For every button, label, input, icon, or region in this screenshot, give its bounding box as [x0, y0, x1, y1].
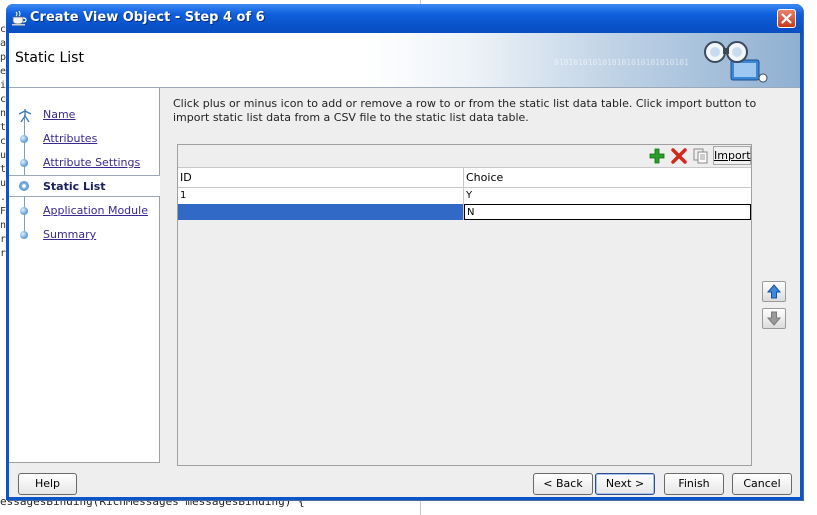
step-marker-icon — [20, 207, 28, 215]
next-button[interactable]: Next > — [595, 473, 655, 495]
wizard-step-label: Static List — [43, 180, 106, 193]
table-cell-choice-editor[interactable]: N — [464, 204, 751, 220]
cancel-button[interactable]: Cancel — [732, 473, 792, 495]
wizard-step-attribute-settings[interactable]: Attribute Settings — [9, 152, 159, 174]
back-button[interactable]: < Back — [533, 473, 593, 495]
table-cell-id[interactable]: 1 — [178, 188, 464, 204]
finish-button[interactable]: Finish — [664, 473, 724, 495]
wizard-step-static-list[interactable]: Static List — [9, 175, 160, 197]
dialog-title: Create View Object - Step 4 of 6 — [30, 10, 265, 25]
binoculars-icon — [704, 41, 768, 83]
instructions-text: Click plus or minus icon to add or remov… — [173, 97, 757, 124]
delete-x-icon[interactable] — [670, 147, 688, 165]
step-marker-icon — [20, 231, 28, 239]
table-cell-id[interactable] — [178, 204, 464, 220]
move-down-button[interactable] — [762, 308, 786, 329]
plus-icon[interactable] — [648, 147, 666, 165]
create-view-object-dialog: Create View Object - Step 4 of 6 Static … — [6, 4, 803, 500]
close-icon — [781, 13, 792, 24]
wizard-header: Static List 0101010101010101010101010101 — [9, 33, 800, 88]
static-list-table-panel: Import ID Choice 1 Y N — [177, 144, 752, 466]
wizard-step-label[interactable]: Name — [43, 108, 75, 121]
wizard-step-application-module[interactable]: Application Module — [9, 200, 159, 222]
wizard-step-attributes[interactable]: Attributes — [9, 128, 159, 150]
step-marker-icon — [20, 159, 28, 167]
wizard-step-label[interactable]: Summary — [43, 228, 96, 241]
wizard-step-label[interactable]: Attributes — [43, 132, 97, 145]
wizard-step-summary[interactable]: Summary — [9, 224, 159, 246]
walking-figure-icon — [18, 109, 32, 122]
table-row-selected[interactable]: N — [178, 204, 751, 220]
wizard-step-label[interactable]: Attribute Settings — [43, 156, 140, 169]
header-binary-decoration: 0101010101010101010101010101 — [554, 58, 689, 67]
move-up-button[interactable] — [762, 281, 786, 302]
close-button[interactable] — [777, 9, 796, 28]
grid-header-row: ID Choice — [178, 167, 751, 188]
page-title: Static List — [15, 50, 84, 66]
wizard-step-name[interactable]: Name — [9, 104, 159, 126]
copy-icon[interactable] — [692, 147, 710, 165]
table-cell-choice[interactable]: Y — [464, 188, 751, 204]
coffee-cup-icon — [12, 11, 27, 26]
step-marker-icon — [20, 135, 28, 143]
arrow-up-icon — [767, 284, 781, 299]
table-toolbar: Import — [178, 145, 751, 167]
title-bar[interactable]: Create View Object - Step 4 of 6 — [6, 4, 803, 33]
wizard-steps-panel: Name Attributes Attribute Settings Static L… — [9, 88, 160, 463]
static-list-grid: ID Choice 1 Y N — [178, 167, 751, 220]
background-divider-bottom — [420, 500, 421, 515]
help-button[interactable]: Help — [18, 473, 77, 495]
step-marker-icon — [19, 181, 29, 191]
table-row[interactable]: 1 Y — [178, 188, 751, 204]
arrow-down-icon — [767, 311, 781, 326]
import-button[interactable]: Import — [713, 146, 751, 165]
dialog-client-area: Static List 0101010101010101010101010101… — [9, 33, 800, 497]
wizard-step-label[interactable]: Application Module — [43, 204, 148, 217]
column-header-choice[interactable]: Choice — [464, 168, 751, 187]
column-header-id[interactable]: ID — [178, 168, 464, 187]
